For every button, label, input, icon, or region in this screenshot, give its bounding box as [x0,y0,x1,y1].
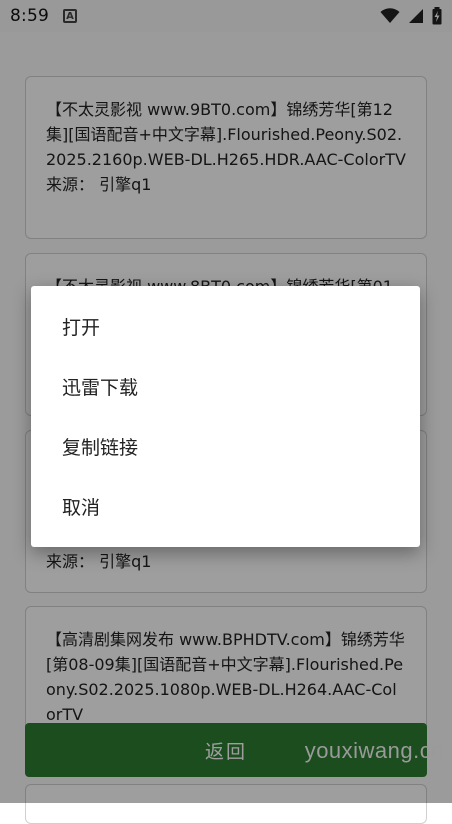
menu-item-thunder-download[interactable]: 迅雷下载 [31,356,420,416]
menu-item-open[interactable]: 打开 [31,296,420,356]
menu-item-copy-link[interactable]: 复制链接 [31,416,420,476]
context-menu-dialog: 打开 迅雷下载 复制链接 取消 [31,286,420,547]
watermark: youxiwang.cn [304,738,444,763]
menu-item-cancel[interactable]: 取消 [31,476,420,536]
